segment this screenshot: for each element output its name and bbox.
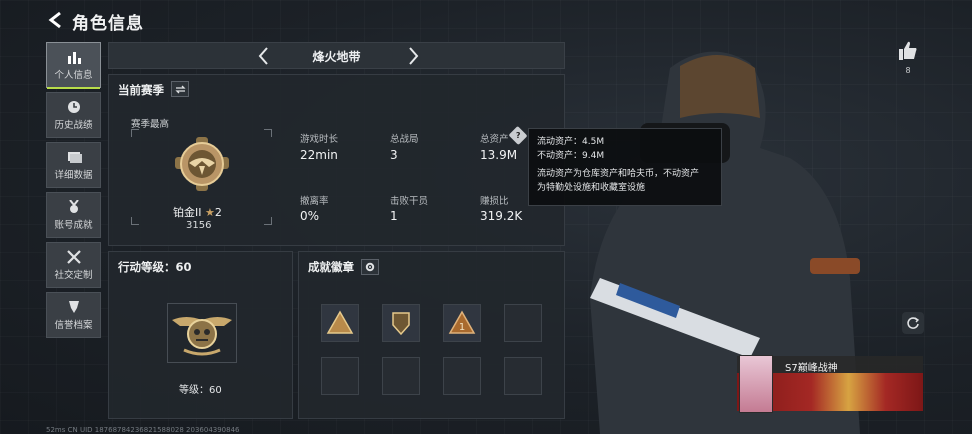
stat-label: 游戏时长	[300, 134, 339, 145]
mode-label: 烽火地带	[312, 50, 361, 64]
frame-corner	[131, 129, 139, 137]
triangle-badge-icon	[326, 310, 354, 334]
player-title: S7巅峰战神	[785, 363, 838, 374]
badge-slot[interactable]	[504, 357, 542, 395]
badge-slot[interactable]	[382, 304, 420, 342]
badges-panel: 成就徽章 1	[298, 251, 565, 419]
swap-icon	[174, 85, 186, 93]
star-icon: ★	[205, 206, 215, 219]
rank-stars: 2	[214, 206, 222, 219]
folder-icon	[67, 151, 82, 163]
tools-icon	[66, 249, 81, 264]
frame-corner	[131, 217, 139, 225]
frame-corner	[264, 129, 272, 137]
tooltip-line: 流动资产：4.5M	[537, 137, 605, 147]
triangle-badge-icon: 1	[448, 310, 476, 334]
tooltip-line: 流动资产为仓库资产和哈夫币，不动资产	[537, 169, 700, 179]
sidebar-item-details[interactable]: 详细数据	[46, 142, 101, 188]
rank-name-row: 铂金II ★2	[173, 204, 222, 220]
badge-slot[interactable]	[504, 304, 542, 342]
stat-label: 赚损比	[480, 196, 509, 207]
svg-text:1: 1	[459, 322, 465, 333]
season-best-label: 赛季最高	[131, 119, 170, 130]
page-title: 角色信息	[72, 14, 144, 34]
thumbs-up-icon[interactable]	[897, 40, 919, 62]
season-panel: 当前赛季 赛季最高 铂金II ★2 3156 游戏时长 22min 总战局 3 …	[108, 74, 565, 246]
rank-name: 铂金II	[173, 206, 202, 219]
sidebar-item-personal-info[interactable]: 个人信息	[46, 42, 101, 89]
swap-button[interactable]	[171, 81, 189, 97]
rotate-button[interactable]	[902, 312, 924, 334]
shield-icon	[68, 300, 79, 313]
badge-slot[interactable]	[382, 357, 420, 395]
level-panel: 行动等级：60 等级：60	[108, 251, 293, 419]
stat-label: 击败干员	[390, 196, 429, 207]
level-emblem-frame	[167, 303, 237, 363]
medal-icon	[68, 199, 79, 213]
stat-value: 0%	[300, 209, 320, 223]
badge-slot[interactable]: 1	[443, 304, 481, 342]
sidebar-item-reputation[interactable]: 信誉档案	[46, 292, 101, 338]
assets-tooltip: 流动资产：4.5M 不动资产：9.4M 流动资产为仓库资产和哈夫币，不动资产 为…	[528, 128, 722, 206]
sidebar-item-social[interactable]: 社交定制	[46, 242, 101, 288]
badge-slot[interactable]	[321, 357, 359, 395]
stat-value: 319.2K	[480, 209, 523, 223]
rank-score: 3156	[186, 220, 212, 231]
sidebar-item-label: 个人信息	[54, 69, 93, 81]
rotate-icon	[907, 317, 920, 329]
stat-value: 1	[390, 209, 398, 223]
info-button[interactable]: ?	[508, 125, 528, 146]
gear-icon	[365, 262, 375, 272]
stat-value: 3	[390, 148, 398, 162]
sidebar-item-label: 信誉档案	[54, 319, 93, 331]
frame-corner	[264, 217, 272, 225]
tooltip-line: 不动资产：9.4M	[537, 151, 605, 161]
back-arrow-icon[interactable]	[46, 10, 66, 30]
avatar	[739, 355, 773, 413]
footer-info: 52ms CN UID 18768784236821588028 2036043…	[46, 426, 240, 434]
stat-label: 撤离率	[300, 196, 329, 207]
badges-title: 成就徽章	[308, 260, 354, 274]
sidebar-item-achievements[interactable]: 账号成就	[46, 192, 101, 238]
bar-chart-icon	[67, 51, 81, 64]
stat-value: 13.9M	[480, 148, 518, 162]
level-label: 等级：60	[179, 385, 222, 396]
like-count: 8	[905, 66, 911, 75]
tooltip-line: 为特勤处设施和收藏室设施	[537, 183, 646, 193]
sidebar-item-history[interactable]: 历史战绩	[46, 92, 101, 138]
stat-label: 总资产	[480, 134, 509, 145]
rank-emblem-icon	[175, 137, 229, 191]
level-emblem-icon	[172, 317, 232, 356]
sidebar-item-label: 详细数据	[54, 169, 93, 181]
level-title: 行动等级：60	[118, 260, 192, 274]
sidebar-item-label: 历史战绩	[54, 119, 93, 131]
shield-badge-icon	[392, 312, 410, 336]
mode-selector: 烽火地带	[108, 42, 565, 69]
badge-settings-button[interactable]	[361, 259, 379, 275]
chevron-right-icon[interactable]	[403, 46, 423, 66]
sidebar-item-label: 账号成就	[54, 219, 93, 231]
badge-slot[interactable]	[443, 357, 481, 395]
stat-label: 总战局	[390, 134, 419, 145]
player-banner[interactable]	[737, 355, 923, 413]
question-icon: ?	[515, 130, 521, 140]
clock-icon	[67, 100, 80, 113]
season-title: 当前赛季	[118, 83, 164, 97]
sidebar-item-label: 社交定制	[54, 269, 93, 281]
badge-slot[interactable]	[321, 304, 359, 342]
stat-value: 22min	[300, 148, 338, 162]
